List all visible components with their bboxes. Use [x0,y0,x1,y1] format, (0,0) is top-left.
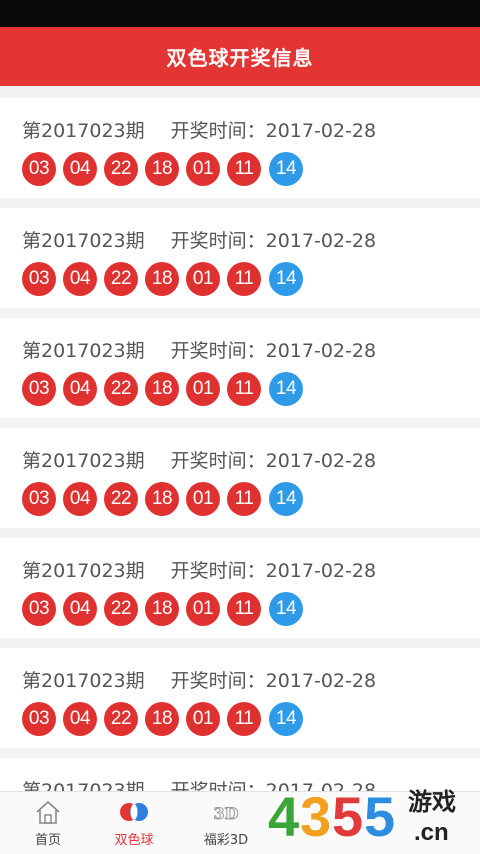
tab-label: 首页 [34,833,61,848]
draw-issue: 第2017023期 [22,230,145,252]
draw-date: 开奖时间：2017-02-28 [170,560,377,582]
red-ball: 22 [104,152,138,186]
blue-ball: 14 [269,702,303,736]
red-ball: 04 [63,702,97,736]
red-ball: 11 [227,482,261,516]
svg-text:.cn: .cn [414,819,449,846]
app-header: 双色球开奖信息 [0,27,480,86]
red-ball: 11 [227,372,261,406]
tab-home[interactable]: 首页 [0,792,96,854]
red-ball: 11 [227,592,261,626]
red-ball: 18 [145,482,179,516]
svg-text:3: 3 [300,785,331,848]
svg-text:4: 4 [268,785,299,848]
red-ball: 04 [63,152,97,186]
draw-date: 开奖时间：2017-02-28 [170,230,377,252]
watermark-logo: 4 3 5 5 游戏 .cn [268,784,456,850]
draw-issue: 第2017023期 [22,340,145,362]
home-icon [36,800,60,824]
red-ball: 03 [22,592,56,626]
draw-card[interactable]: 第2017023期 开奖时间：2017-02-28 03 04 22 18 01 … [0,538,480,638]
svg-text:游戏: 游戏 [408,788,456,816]
red-ball: 04 [63,592,97,626]
red-ball: 03 [22,372,56,406]
red-ball: 22 [104,262,138,296]
draw-date: 开奖时间：2017-02-28 [170,450,377,472]
tab-label: 双色球 [114,833,154,848]
red-ball: 11 [227,262,261,296]
draw-card[interactable]: 第2017023期 开奖时间：2017-02-28 03 04 22 18 01 … [0,428,480,528]
draw-card[interactable]: 第2017023期 开奖时间：2017-02-28 03 04 22 18 01 … [0,98,480,198]
draw-date: 开奖时间：2017-02-28 [170,120,377,142]
lottery-balls-icon [120,803,148,821]
red-ball: 01 [186,262,220,296]
draw-issue: 第2017023期 [22,560,145,582]
red-ball: 11 [227,152,261,186]
red-ball: 04 [63,372,97,406]
svg-text:5: 5 [332,785,363,848]
3d-icon: 3D [213,804,239,824]
red-ball: 03 [22,482,56,516]
blue-ball: 14 [269,372,303,406]
status-bar [0,0,480,27]
red-ball: 01 [186,592,220,626]
red-ball: 11 [227,702,261,736]
draw-issue: 第2017023期 [22,670,145,692]
blue-ball: 14 [269,152,303,186]
red-ball: 22 [104,482,138,516]
draw-issue: 第2017023期 [22,120,145,142]
red-ball: 22 [104,592,138,626]
red-ball: 03 [22,152,56,186]
red-ball: 04 [63,482,97,516]
tab-shuangseqiu[interactable]: 双色球 [86,792,182,854]
red-ball: 18 [145,372,179,406]
tab-fucai3d[interactable]: 3D 福彩3D [178,792,274,854]
blue-ball: 14 [269,592,303,626]
svg-text:3D: 3D [213,804,238,823]
draw-date: 开奖时间：2017-02-28 [170,340,377,362]
red-ball: 18 [145,592,179,626]
red-ball: 03 [22,702,56,736]
draw-card[interactable]: 第2017023期 开奖时间：2017-02-28 03 04 22 18 01 … [0,208,480,308]
draw-issue: 第2017023期 [22,780,145,791]
draw-date: 开奖时间：2017-02-28 [170,670,377,692]
draw-list[interactable]: 第2017023期 开奖时间：2017-02-28 03 04 22 18 01 … [0,86,480,791]
red-ball: 18 [145,262,179,296]
red-ball: 01 [186,702,220,736]
blue-ball: 14 [269,262,303,296]
draw-issue: 第2017023期 [22,450,145,472]
red-ball: 03 [22,262,56,296]
page-title: 双色球开奖信息 [166,46,314,70]
red-ball: 22 [104,702,138,736]
red-ball: 01 [186,152,220,186]
red-ball: 18 [145,702,179,736]
draw-card[interactable]: 第2017023期 开奖时间：2017-02-28 03 04 22 18 01 … [0,648,480,748]
red-ball: 01 [186,372,220,406]
tab-label: 福彩3D [203,833,249,848]
red-ball: 22 [104,372,138,406]
blue-ball: 14 [269,482,303,516]
svg-text:5: 5 [364,785,395,848]
red-ball: 18 [145,152,179,186]
draw-card[interactable]: 第2017023期 开奖时间：2017-02-28 03 04 22 18 01 … [0,318,480,418]
red-ball: 01 [186,482,220,516]
red-ball: 04 [63,262,97,296]
